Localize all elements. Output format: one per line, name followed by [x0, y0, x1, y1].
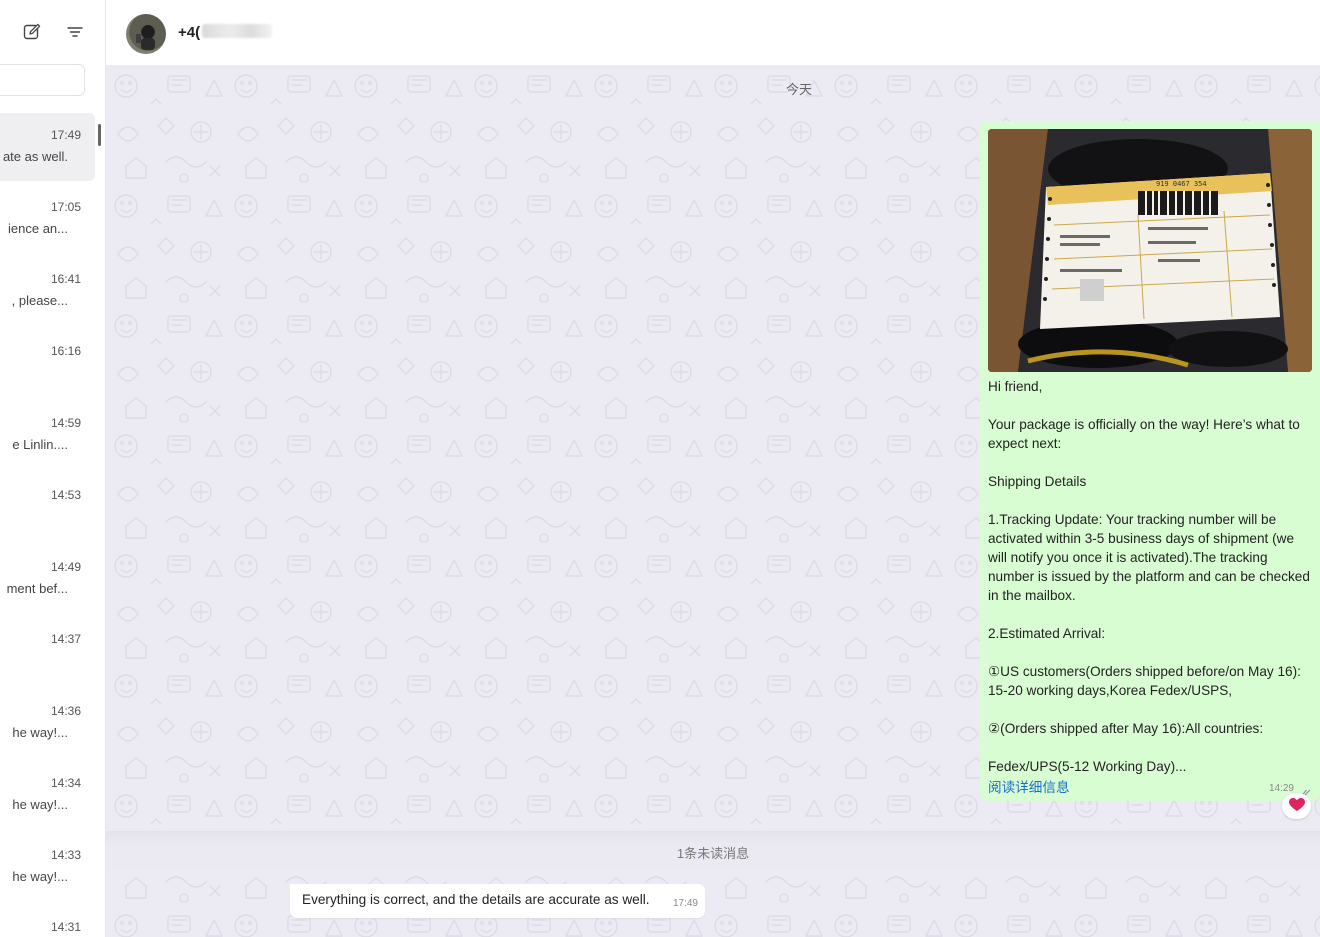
- chat-list-sidebar: 17:49 ate as well. 17:05 ience an... 16:…: [0, 0, 106, 937]
- chat-header: +4(: [106, 0, 1320, 66]
- chat-list-item[interactable]: 17:05 ience an...: [0, 185, 95, 257]
- chat-time: 14:53: [50, 488, 81, 502]
- read-more-link[interactable]: 阅读详细信息: [988, 776, 1070, 796]
- chat-preview: e Linlin....: [12, 437, 68, 452]
- redacted-name-blur: [202, 24, 272, 38]
- chat-list-item[interactable]: 14:37: [0, 617, 95, 689]
- chat-time: 14:49: [50, 560, 81, 574]
- chat-time: 14:36: [50, 704, 81, 718]
- chat-list-item[interactable]: 14:34 he way!...: [0, 761, 95, 833]
- chat-preview: ment bef...: [6, 581, 68, 596]
- chat-time: 14:33: [50, 848, 81, 862]
- chat-time: 14:31: [50, 920, 81, 934]
- unread-divider: 1条未读消息: [106, 831, 1320, 869]
- sidebar-toolbar: [0, 0, 105, 64]
- reaction-badge[interactable]: [1282, 793, 1311, 819]
- outgoing-message-bubble[interactable]: 919 0467 354 Hi friend, Your package is …: [980, 121, 1320, 801]
- filter-icon[interactable]: [65, 22, 85, 42]
- unread-divider-label: 1条未读消息: [676, 846, 750, 861]
- chat-time: 14:37: [50, 632, 81, 646]
- search-input[interactable]: [0, 64, 85, 96]
- chat-list-item[interactable]: 14:31: [0, 905, 95, 937]
- chat-time: 17:05: [50, 200, 81, 214]
- chat-list-item[interactable]: 14:33 he way!...: [0, 833, 95, 905]
- avatar[interactable]: [126, 14, 166, 54]
- chat-list-item[interactable]: 17:49 ate as well.: [0, 113, 95, 181]
- message-text: Hi friend, Your package is officially on…: [988, 379, 1310, 774]
- photo-tracking-label: 919 0467 354: [1156, 180, 1207, 188]
- chat-preview: ience an...: [8, 221, 68, 236]
- chat-list: 17:49 ate as well. 17:05 ience an... 16:…: [0, 113, 105, 937]
- chat-preview: he way!...: [12, 725, 68, 740]
- sidebar-scrollbar[interactable]: [98, 124, 101, 146]
- chat-list-item[interactable]: 14:53: [0, 473, 95, 545]
- chat-list-item[interactable]: 14:49 ment bef...: [0, 545, 95, 617]
- message-pane: 今天 919 0467 354 Hi friend, Your package …: [106, 66, 1320, 937]
- chat-time: 14:34: [50, 776, 81, 790]
- contact-name[interactable]: +4(: [178, 24, 200, 41]
- chat-time: 17:49: [50, 128, 81, 142]
- chat-list-item[interactable]: 16:16: [0, 329, 95, 401]
- chat-list-item[interactable]: 14:36 he way!...: [0, 689, 95, 761]
- date-divider: 今天: [786, 82, 813, 97]
- new-chat-icon[interactable]: [22, 22, 42, 42]
- incoming-message-bubble[interactable]: Everything is correct, and the details a…: [290, 884, 705, 918]
- message-time: 14:29: [1268, 783, 1294, 794]
- chat-preview: he way!...: [12, 797, 68, 812]
- chat-time: 16:16: [50, 344, 81, 358]
- chat-preview: , please...: [11, 293, 68, 308]
- heart-icon: [1288, 797, 1305, 815]
- message-photo[interactable]: 919 0467 354: [988, 129, 1312, 372]
- message-text: Everything is correct, and the details a…: [302, 892, 650, 907]
- chat-list-item[interactable]: 16:41 , please...: [0, 257, 95, 329]
- chat-preview: ate as well.: [2, 149, 68, 164]
- chat-list-item[interactable]: 14:59 e Linlin....: [0, 401, 95, 473]
- chat-time: 14:59: [50, 416, 81, 430]
- chat-preview: he way!...: [12, 869, 68, 884]
- message-time: 17:49: [672, 898, 698, 909]
- chat-time: 16:41: [50, 272, 81, 286]
